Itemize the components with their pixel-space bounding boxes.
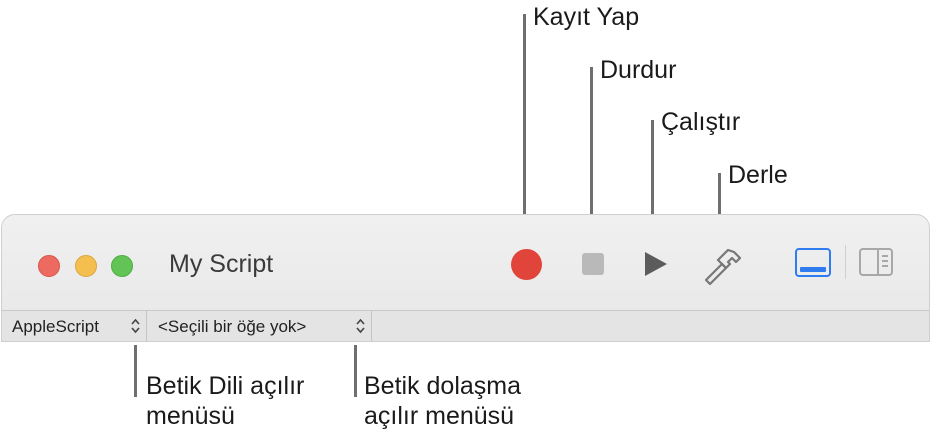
callout-navigation-popup-label: Betik dolaşma açılır menüsü [364, 372, 522, 430]
script-language-value: AppleScript [12, 317, 99, 336]
show-sidebar-button[interactable] [859, 248, 893, 276]
callout-language-popup-label: Betik Dili açılır menüsü [146, 372, 305, 430]
toolbar-divider [845, 245, 846, 279]
script-language-popup[interactable]: AppleScript [2, 311, 147, 341]
show-log-view-button[interactable] [795, 248, 831, 277]
stop-button[interactable] [582, 253, 604, 275]
script-navigation-value: <Seçili bir öğe yok> [158, 317, 307, 336]
callout-record-label: Kayıt Yap [533, 3, 640, 31]
side-panel-icon [877, 250, 891, 274]
script-navigation-popup[interactable]: <Seçili bir öğe yok> [148, 311, 372, 341]
callout-record-line [523, 14, 526, 246]
script-editor-window: My Script AppleScript <Seçili bir öğe yo… [1, 214, 930, 342]
callout-navigation-popup-line [354, 345, 357, 397]
callout-language-popup-line [134, 345, 137, 397]
bottom-panel-icon [800, 267, 826, 272]
up-down-chevron-icon [356, 318, 365, 334]
window-title: My Script [169, 250, 274, 278]
navigation-bar: AppleScript <Seçili bir öğe yok> [2, 310, 929, 341]
zoom-window-button[interactable] [111, 255, 133, 277]
callout-compile-label: Derle [728, 161, 788, 189]
record-button[interactable] [511, 249, 542, 280]
callout-run-label: Çalıştır [661, 108, 741, 136]
toolbar: My Script [2, 215, 929, 309]
compile-button[interactable] [700, 244, 744, 286]
up-down-chevron-icon [131, 318, 140, 334]
hammer-icon [704, 248, 742, 286]
callout-stop-label: Durdur [600, 56, 677, 84]
close-window-button[interactable] [38, 255, 60, 277]
minimize-window-button[interactable] [75, 255, 97, 277]
run-button[interactable] [645, 252, 667, 276]
